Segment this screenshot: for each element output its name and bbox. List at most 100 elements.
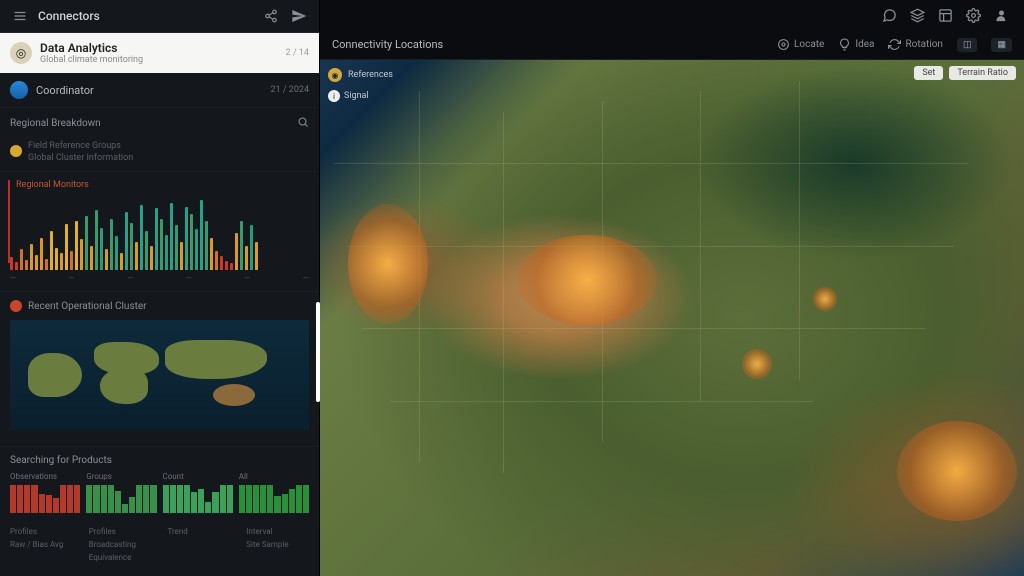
sidebar-title: Connectors <box>38 9 253 23</box>
mini-chart-label: Groups <box>86 472 156 481</box>
chart-bar <box>105 249 108 270</box>
sidebar-header: Connectors <box>0 0 319 33</box>
panel-chart: Regional Monitors —————— <box>0 172 319 292</box>
chart-bar <box>150 246 153 270</box>
mini-chart: All <box>239 472 309 513</box>
chart-bar <box>90 246 93 270</box>
panel1-line2: Global Cluster Information <box>28 153 309 163</box>
panel-regional-title: Regional Breakdown <box>10 118 101 129</box>
chart-bar <box>20 249 23 270</box>
chart-bar <box>45 259 48 270</box>
map-badge2-text: Signal <box>344 91 369 101</box>
chart-title: Regional Monitors <box>16 180 309 190</box>
selected-item-badge-icon: ◎ <box>10 42 32 64</box>
chart-bar <box>60 253 63 270</box>
chart-bar <box>65 224 68 270</box>
map-viewport[interactable]: ◉ References i Signal Set Terrain Ratio <box>320 60 1024 576</box>
chat-icon[interactable] <box>880 6 898 24</box>
current-row[interactable]: Coordinator 21 / 2024 <box>0 73 319 108</box>
map-layer-pills: Set Terrain Ratio <box>914 66 1016 80</box>
chart-bar <box>155 208 158 270</box>
regional-chart <box>10 200 309 270</box>
current-row-meta: 21 / 2024 <box>270 85 309 95</box>
chart-bar <box>165 235 168 270</box>
table-icon[interactable] <box>936 6 954 24</box>
chart-bar <box>25 260 28 270</box>
tool-chip-2[interactable]: ▦ <box>991 38 1012 52</box>
chart-bar <box>120 253 123 270</box>
world-minimap[interactable] <box>10 320 309 430</box>
chart-bar <box>190 214 193 270</box>
map-title: Connectivity Locations <box>332 38 763 51</box>
chart-bar <box>95 210 98 270</box>
chart-bar <box>75 221 78 270</box>
pill-terrain[interactable]: Terrain Ratio <box>949 66 1016 80</box>
mini-charts-row: Observations Groups Count All <box>10 472 309 513</box>
search-icon[interactable] <box>297 116 309 131</box>
selected-item-sub: Global climate monitoring <box>40 55 278 65</box>
chart-bar <box>140 205 143 270</box>
layers-icon[interactable] <box>908 6 926 24</box>
chart-y-axis-marker <box>8 180 10 263</box>
send-icon[interactable] <box>289 6 309 26</box>
sidebar: Connectors ◎ Data Analytics Global clima… <box>0 0 320 576</box>
share-icon[interactable] <box>261 6 281 26</box>
chart-bar <box>250 225 253 270</box>
chart-bar <box>125 212 128 270</box>
chart-bar <box>195 229 198 270</box>
panel1-line1: Field Reference Groups <box>28 141 309 151</box>
chart-bar <box>220 256 223 270</box>
tool-chip-1[interactable]: ◫ <box>957 38 978 52</box>
mini-chart-label: All <box>239 472 309 481</box>
chart-bar <box>205 221 208 270</box>
mini-chart-label: Observations <box>10 472 80 481</box>
map-header: Connectivity Locations Locate Idea Rotat… <box>320 30 1024 60</box>
chart-bar <box>215 251 218 270</box>
bottom-title: Searching for Products <box>10 455 112 466</box>
footer-row: ProfilesProfilesTrendInterval <box>10 525 309 538</box>
mini-chart-label: Count <box>163 472 233 481</box>
mini-chart: Count <box>163 472 233 513</box>
chart-bar <box>15 262 18 270</box>
chart-bar <box>80 239 83 270</box>
user-icon[interactable] <box>992 6 1010 24</box>
chart-bar <box>235 233 238 270</box>
status-dot-icon <box>10 145 22 157</box>
selected-item-card[interactable]: ◎ Data Analytics Global climate monitori… <box>0 33 319 73</box>
chart-bar <box>110 219 113 270</box>
mini-chart: Groups <box>86 472 156 513</box>
chart-bar <box>200 200 203 270</box>
chart-bar <box>145 231 148 270</box>
chart-bar <box>10 257 13 270</box>
chart-bar <box>180 242 183 270</box>
main-area: Connectivity Locations Locate Idea Rotat… <box>320 0 1024 576</box>
chart-bar <box>70 251 73 270</box>
chart-bar <box>175 225 178 270</box>
chart-bar <box>100 228 103 270</box>
chart-bar <box>35 255 38 270</box>
chart-bar <box>160 219 163 270</box>
chart-bar <box>230 263 233 270</box>
chart-bar <box>40 238 43 270</box>
chart-bar <box>135 242 138 270</box>
selected-item-name: Data Analytics <box>40 41 278 55</box>
map-badge-icon: ◉ <box>328 68 342 82</box>
tool-rotation[interactable]: Rotation <box>888 38 943 51</box>
footer-rows: ProfilesProfilesTrendIntervalRaw / Bias … <box>10 525 309 564</box>
map-badge-signal: i Signal <box>328 90 369 102</box>
gear-icon[interactable] <box>964 6 982 24</box>
menu-icon[interactable] <box>10 6 30 26</box>
world-title: Recent Operational Cluster <box>28 301 147 312</box>
chart-bar <box>255 242 258 270</box>
chart-bar <box>50 231 53 270</box>
topbar <box>320 0 1024 30</box>
chart-bar <box>115 236 118 270</box>
pill-set[interactable]: Set <box>914 66 943 80</box>
chart-bar <box>245 246 248 270</box>
chart-bar <box>130 223 133 270</box>
avatar-icon <box>10 81 28 99</box>
tool-locate[interactable]: Locate <box>777 38 824 51</box>
footer-row: Equivalence <box>10 551 309 564</box>
tool-idea[interactable]: Idea <box>838 38 874 51</box>
map-badge2-icon: i <box>328 90 340 102</box>
